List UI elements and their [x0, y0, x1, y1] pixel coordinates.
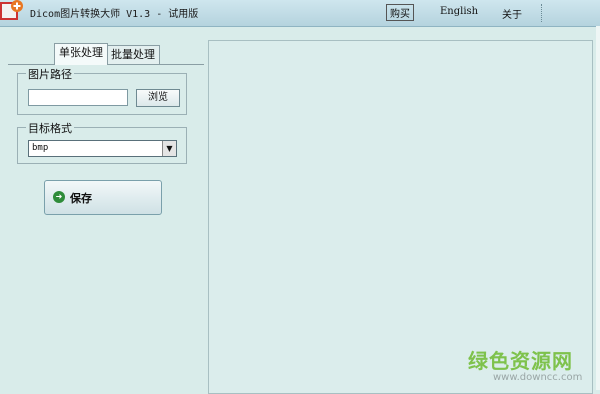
image-path-input[interactable] — [28, 89, 128, 106]
watermark-text: 绿色资源网 — [468, 349, 573, 373]
browse-button[interactable]: 浏览 — [136, 89, 180, 107]
tab-batch-processing[interactable]: 批量处理 — [106, 45, 160, 64]
arrow-right-circle-icon: ➜ — [53, 191, 65, 203]
image-path-label: 图片路径 — [26, 66, 74, 82]
target-format-label: 目标格式 — [26, 120, 74, 136]
preview-panel — [208, 40, 593, 394]
watermark-url: www.downcc.com — [493, 372, 583, 383]
menu-buy[interactable]: 购买 — [386, 4, 414, 21]
triangle-down-icon[interactable]: ▼ — [162, 141, 176, 156]
menu-about[interactable]: 关于 — [502, 6, 522, 21]
window-title: Dicom图片转换大师 V1.3 - 试用版 — [30, 9, 199, 20]
menu-english[interactable]: English — [440, 6, 478, 17]
window-right-edge — [596, 26, 600, 390]
format-select-value: bmp — [32, 143, 49, 153]
target-format-group: 目标格式 bmp ▼ — [17, 120, 187, 164]
tab-single-processing[interactable]: 单张处理 — [54, 43, 108, 65]
title-bar: Dicom图片转换大师 V1.3 - 试用版 购买 English 关于 — [0, 0, 600, 27]
save-button[interactable]: ➜ 保存 — [44, 180, 162, 215]
app-icon — [0, 0, 23, 20]
window-control-separator — [541, 4, 551, 22]
format-select[interactable]: bmp ▼ — [28, 140, 177, 157]
image-path-group: 图片路径 浏览 — [17, 66, 187, 115]
save-button-label: 保存 — [70, 192, 92, 205]
